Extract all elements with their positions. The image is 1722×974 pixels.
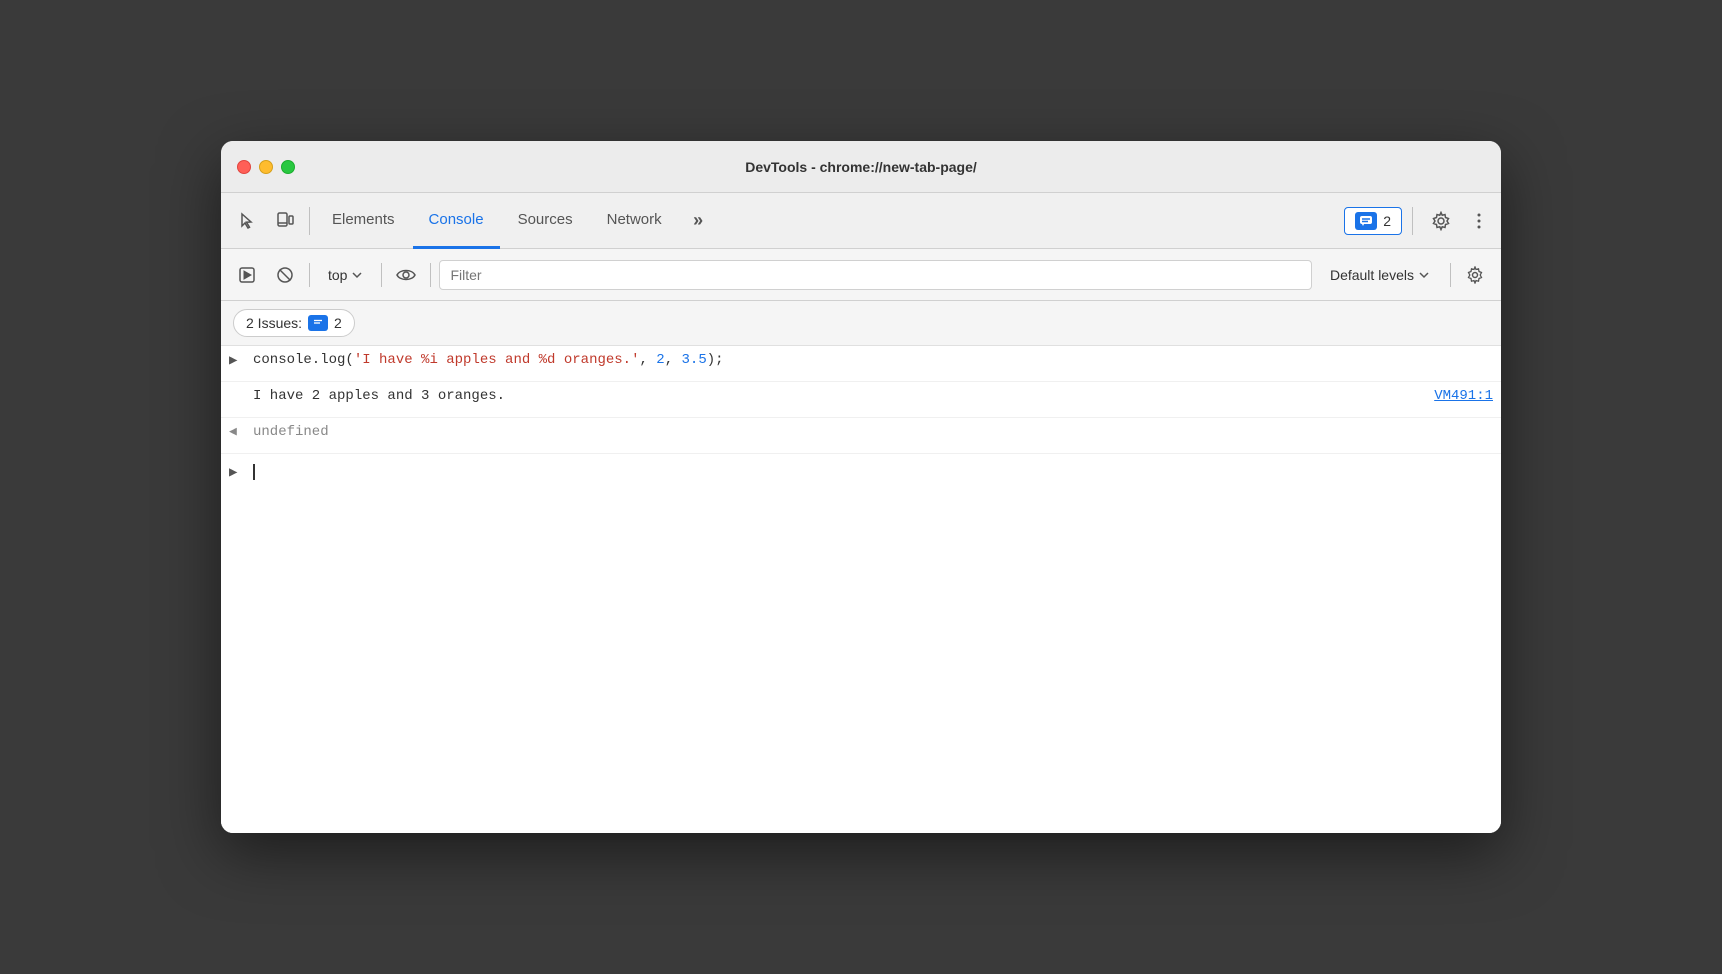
console-cursor <box>253 464 255 480</box>
console-undefined-line: ◀ undefined <box>221 418 1501 454</box>
minimize-button[interactable] <box>259 160 273 174</box>
console-undefined-text: undefined <box>253 424 329 440</box>
console-toolbar: top Default levels <box>221 249 1501 301</box>
console-settings-button[interactable] <box>1459 259 1491 291</box>
devtools-window: DevTools - chrome://new-tab-page/ <box>221 141 1501 833</box>
input-prompt: ▶ <box>229 464 245 481</box>
device-toolbar-button[interactable] <box>267 203 303 239</box>
chat-icon <box>1359 215 1373 227</box>
live-expressions-button[interactable] <box>390 259 422 291</box>
console-output: ▶ console.log('I have %i apples and %d o… <box>221 346 1501 833</box>
tabbar-right: 2 <box>1344 203 1493 239</box>
tab-network[interactable]: Network <box>591 193 678 249</box>
tab-console[interactable]: Console <box>413 193 500 249</box>
inspect-element-button[interactable] <box>229 203 265 239</box>
titlebar: DevTools - chrome://new-tab-page/ <box>221 141 1501 193</box>
chat-bubble-icon <box>311 317 325 329</box>
more-tabs-button[interactable]: » <box>680 203 716 239</box>
tab-divider-2 <box>1412 207 1413 235</box>
gear-icon <box>1431 211 1451 231</box>
tab-divider-1 <box>309 207 310 235</box>
maximize-button[interactable] <box>281 160 295 174</box>
tabbar: Elements Console Sources Network » <box>221 193 1501 249</box>
toolbar-divider-3 <box>430 263 431 287</box>
tab-elements[interactable]: Elements <box>316 193 411 249</box>
expand-arrow[interactable]: ▶ <box>229 352 245 369</box>
toolbar-divider-2 <box>381 263 382 287</box>
block-icon <box>276 266 294 284</box>
console-log-line: ▶ console.log('I have %i apples and %d o… <box>221 346 1501 382</box>
issues-icon <box>1355 212 1377 230</box>
context-selector[interactable]: top <box>318 263 373 287</box>
clear-console-button[interactable] <box>231 259 263 291</box>
more-options-button[interactable] <box>1465 203 1493 239</box>
issues-pill-button[interactable]: 2 Issues: 2 <box>233 309 355 337</box>
play-icon <box>238 266 256 284</box>
devtools-panel: Elements Console Sources Network » <box>221 193 1501 833</box>
tab-sources[interactable]: Sources <box>502 193 589 249</box>
toolbar-divider-4 <box>1450 263 1451 287</box>
hide-violations-button[interactable] <box>269 259 301 291</box>
issues-bar: 2 Issues: 2 <box>221 301 1501 346</box>
return-arrow: ◀ <box>229 424 245 439</box>
close-button[interactable] <box>237 160 251 174</box>
issues-badge-button[interactable]: 2 <box>1344 207 1402 235</box>
console-input-line[interactable]: ▶ <box>221 454 1501 490</box>
filter-input[interactable] <box>439 260 1311 290</box>
console-source-link[interactable]: VM491:1 <box>1413 388 1493 404</box>
toolbar-divider-1 <box>309 263 310 287</box>
traffic-lights <box>237 160 295 174</box>
chevron-down-icon-levels <box>1418 269 1430 281</box>
three-dots-icon <box>1469 211 1489 231</box>
issues-pill-icon <box>308 315 328 331</box>
chevron-down-icon <box>351 269 363 281</box>
log-levels-button[interactable]: Default levels <box>1318 263 1442 287</box>
device-icon <box>276 212 294 230</box>
console-code-log: console.log('I have %i apples and %d ora… <box>253 352 1493 368</box>
cursor-icon <box>238 212 256 230</box>
settings-button[interactable] <box>1423 203 1459 239</box>
gear-icon-console <box>1466 266 1484 284</box>
console-output-line: ▶ I have 2 apples and 3 oranges. VM491:1 <box>221 382 1501 418</box>
console-output-text: I have 2 apples and 3 oranges. <box>253 388 1413 404</box>
window-title: DevTools - chrome://new-tab-page/ <box>745 159 977 175</box>
eye-icon <box>396 266 416 284</box>
